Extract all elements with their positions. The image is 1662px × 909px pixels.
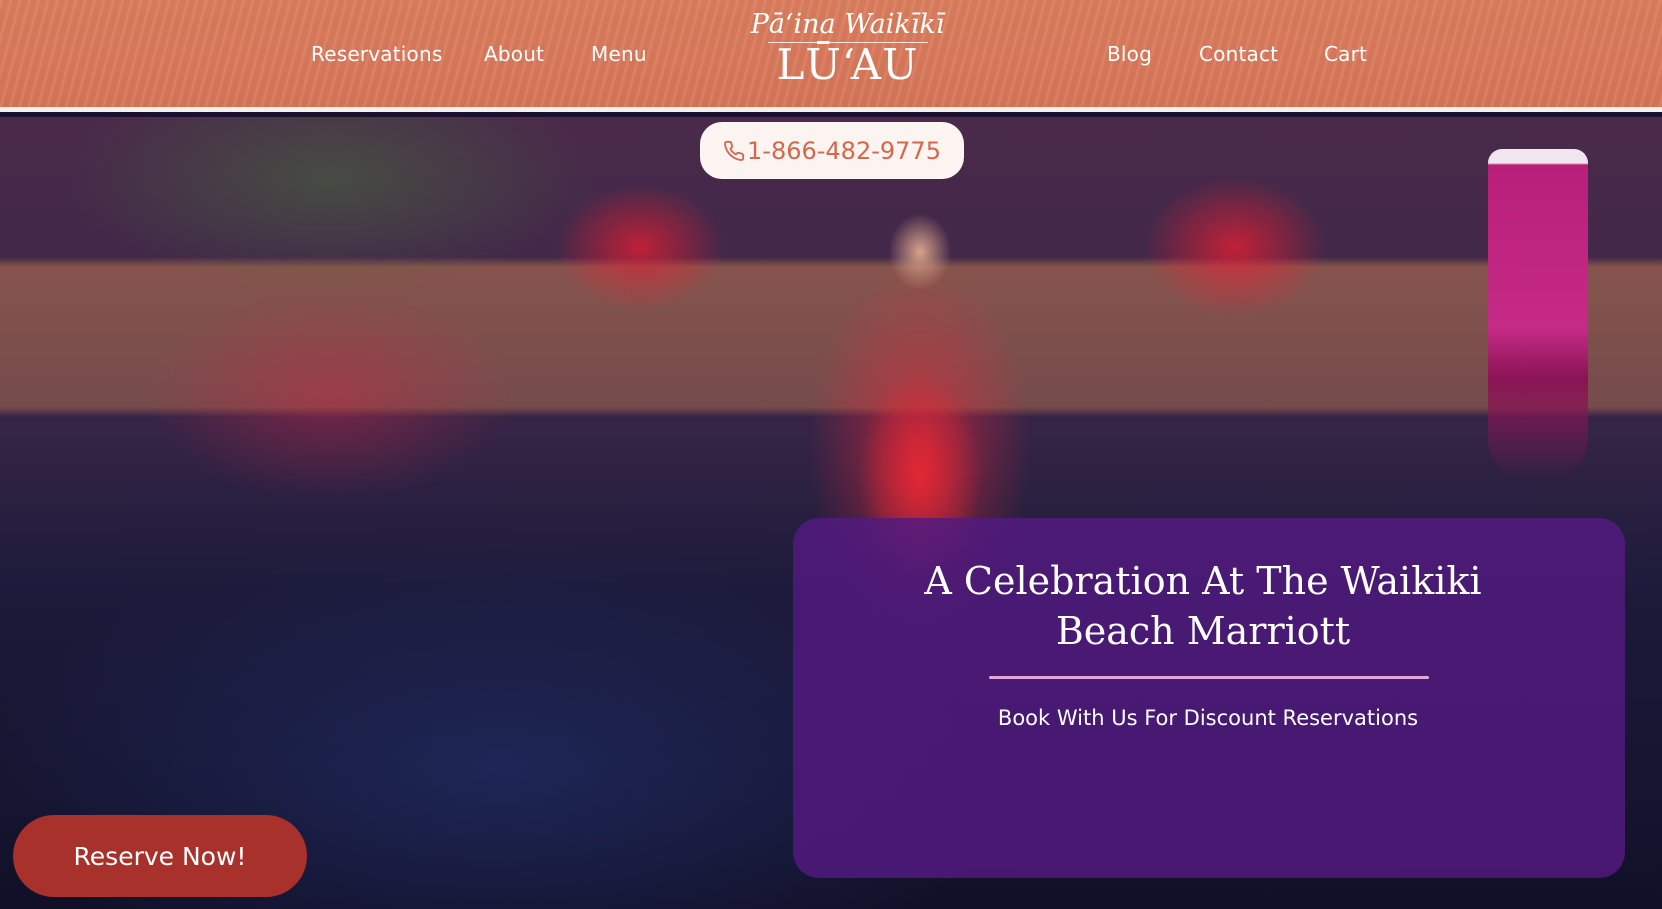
nav-link-reservations[interactable]: Reservations [311,42,442,66]
nav-link-about[interactable]: About [484,42,544,66]
phone-icon [723,140,745,162]
nav-link-blog[interactable]: Blog [1107,42,1152,66]
promo-title: A Celebration At The Waikiki Beach Marri… [924,559,1482,653]
phone-button[interactable]: 1-866-482-9775 [700,122,964,179]
promo-divider [989,676,1429,679]
site-header: Reservations About Menu Pāʻina Waikīkī L… [0,0,1662,112]
phone-number: 1-866-482-9775 [747,136,941,165]
nav-link-cart[interactable]: Cart [1324,42,1367,66]
reserve-now-button[interactable]: Reserve Now! [13,815,307,897]
promo-card: A Celebration At The Waikiki Beach Marri… [793,518,1625,878]
promo-subtitle: Book With Us For Discount Reservations [997,706,1419,730]
hero-lantern-decoration [1488,149,1588,479]
nav-link-menu[interactable]: Menu [591,42,647,66]
logo-title: LŪʻAU [776,40,919,89]
nav-link-contact[interactable]: Contact [1199,42,1278,66]
logo-subtitle: Pāʻina Waikīkī [750,9,945,40]
site-logo[interactable]: Pāʻina Waikīkī LŪʻAU [740,10,955,90]
